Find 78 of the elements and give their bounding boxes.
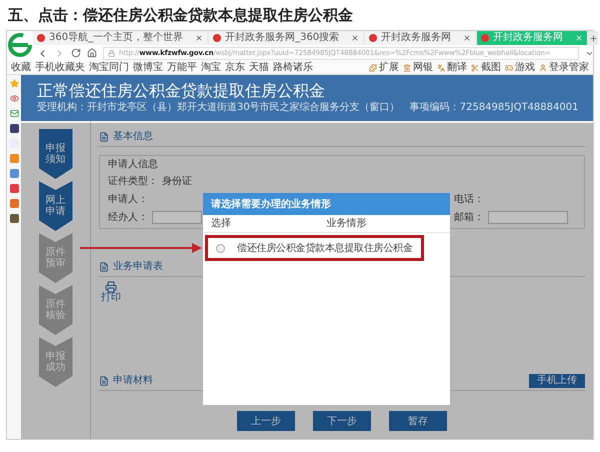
- agency-text: 受理机构：开封市龙亭区（县）郑开大道街道30号市民之家综合服务分支（窗口）: [37, 103, 400, 113]
- printer-icon: [105, 281, 117, 293]
- browser-tab[interactable]: 开封政务服务网: [365, 31, 476, 45]
- bookmark-link[interactable]: 京东: [225, 62, 245, 72]
- field-label: 申请人：: [108, 194, 148, 204]
- bookmark-link[interactable]: 手机收藏夹: [35, 62, 85, 72]
- column-header: 选择: [211, 216, 232, 231]
- bank-icon: [403, 64, 411, 72]
- instruction-heading: 五、点击：偿还住房公积金贷款本息提取住房公积金: [7, 4, 354, 26]
- input-field[interactable]: [152, 211, 202, 224]
- gamepad-icon: [505, 64, 513, 72]
- browser-logo-icon: [7, 31, 33, 59]
- step-chevron: 原件预审: [38, 233, 72, 283]
- section-title: 业务申请表: [113, 260, 163, 274]
- toolbar-item[interactable]: 翻译: [437, 62, 467, 72]
- new-tab-icon[interactable]: [589, 34, 598, 42]
- site-favicon-icon: [37, 34, 45, 42]
- bookmark-link[interactable]: 路椅诸乐: [273, 62, 313, 72]
- toolbar-item[interactable]: 扩展: [369, 62, 399, 72]
- browser-tab[interactable]: 360导航_一个主页，整个世界: [33, 31, 208, 45]
- tab-title: 开封政务服务网: [381, 33, 452, 43]
- site-favicon-icon: [369, 34, 378, 42]
- puzzle-icon: [369, 64, 377, 72]
- field-value: 身份证: [162, 176, 192, 186]
- step-chevron: 原件核验: [38, 285, 72, 335]
- field-label: 经办人：: [108, 212, 148, 222]
- field-label: 证件类型：: [108, 176, 158, 186]
- home-icon[interactable]: [87, 48, 97, 58]
- step-chevron: 网上申请: [38, 181, 72, 231]
- toolbar-item[interactable]: 游戏: [505, 62, 535, 72]
- section-title: 申请材料: [113, 374, 153, 388]
- tab-title: 开封政务服务网_360搜索: [225, 33, 340, 43]
- toolbar-item[interactable]: 登录管家: [539, 62, 589, 72]
- nav-button[interactable]: 暂存: [389, 411, 447, 431]
- site-favicon-icon: [213, 34, 222, 42]
- dialog-title: 请选择需要办理的业务情形: [211, 198, 331, 212]
- input-field[interactable]: [488, 211, 568, 224]
- translate-icon: [437, 64, 445, 72]
- column-header: 业务情形: [326, 216, 368, 231]
- bookmark-link[interactable]: 天猫: [249, 62, 269, 72]
- bookmark-link[interactable]: 收藏: [11, 62, 31, 72]
- bookmark-link[interactable]: 万能平: [167, 62, 197, 72]
- close-icon[interactable]: [463, 34, 472, 42]
- site-favicon-icon: [481, 34, 490, 42]
- field-label: 邮箱：: [454, 212, 484, 222]
- radio-button[interactable]: [216, 244, 225, 252]
- toolbar-item[interactable]: 截图: [471, 62, 501, 72]
- lock-icon: [108, 50, 115, 56]
- option-label[interactable]: 偿还住房公积金贷款本息提取住房公积金: [237, 240, 412, 256]
- step-chevron: 申报成功: [38, 337, 72, 387]
- document-icon: [99, 376, 109, 386]
- upload-button[interactable]: 手机上传: [529, 374, 585, 388]
- eye-icon[interactable]: [10, 94, 18, 103]
- star-icon[interactable]: [10, 79, 18, 88]
- mail-icon[interactable]: [10, 109, 18, 118]
- scissors-icon: [471, 64, 479, 72]
- close-icon[interactable]: [351, 34, 360, 42]
- field-label: 电话：: [454, 194, 484, 204]
- bookmark-link[interactable]: 淘宝同门: [89, 62, 129, 72]
- user-icon: [539, 64, 547, 72]
- tab-title: 360导航_一个主页，整个世界: [49, 33, 184, 43]
- bookmark-link[interactable]: 淘宝: [201, 62, 221, 72]
- document-icon: [99, 262, 109, 272]
- nav-button[interactable]: 上一步: [237, 411, 295, 431]
- tab-title: 开封政务服务网: [493, 33, 564, 43]
- nav-button[interactable]: 下一步: [313, 411, 371, 431]
- section-title: 基本信息: [113, 130, 153, 144]
- document-icon: [99, 132, 109, 142]
- close-icon[interactable]: [195, 34, 204, 42]
- browser-tab[interactable]: 开封政务服务网_360搜索: [209, 31, 364, 45]
- page-title: 正常偿还住房公积金贷款提取住房公积金: [37, 83, 326, 99]
- toolbar-item[interactable]: 网银: [403, 62, 433, 72]
- group-title: 申请人信息: [108, 160, 159, 170]
- print-link[interactable]: 打印: [99, 281, 123, 303]
- reload-icon[interactable]: [71, 48, 81, 58]
- item-code-text: 事项编码：72584985JQT48884001: [410, 103, 578, 113]
- step-chevron: 申报须知: [38, 129, 72, 179]
- bookmark-link[interactable]: 微博宝: [133, 62, 163, 72]
